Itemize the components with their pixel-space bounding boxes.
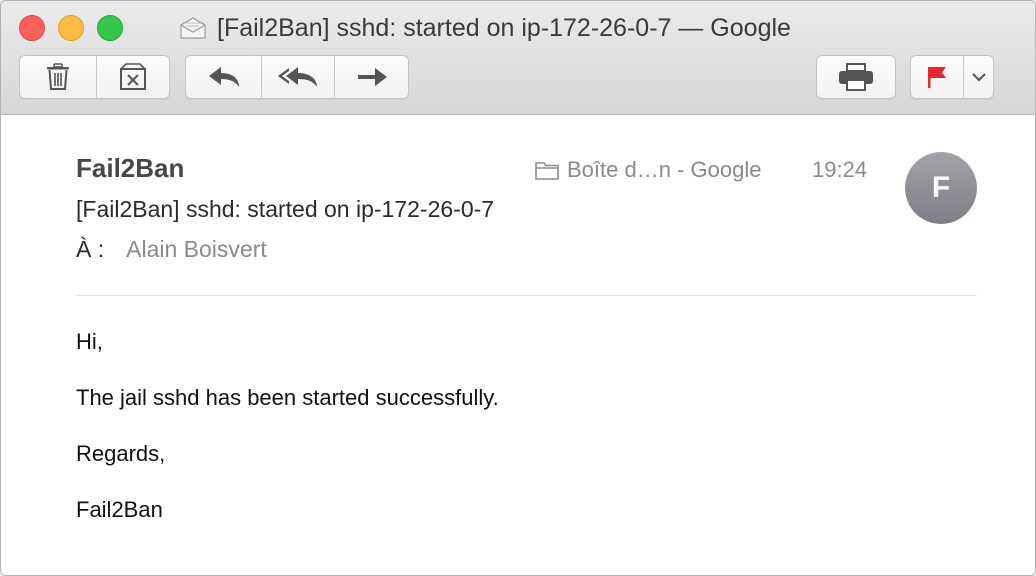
mail-window: [Fail2Ban] sshd: started on ip-172-26-0-… — [0, 0, 1036, 576]
body-line-main: The jail sshd has been started successfu… — [76, 385, 499, 410]
title-bar: [Fail2Ban] sshd: started on ip-172-26-0-… — [1, 1, 1035, 115]
trash-icon — [47, 63, 69, 90]
body-line-signature: Fail2Ban — [76, 497, 163, 522]
chevron-down-icon — [971, 73, 986, 82]
reply-all-button[interactable] — [262, 56, 335, 98]
minimize-window-button[interactable] — [58, 15, 84, 41]
envelope-icon — [180, 17, 206, 39]
printer-icon — [839, 63, 873, 91]
avatar-initial: F — [931, 171, 951, 204]
forward-icon — [357, 68, 387, 86]
reply-group — [185, 55, 409, 99]
flag-group — [910, 55, 994, 99]
junk-icon — [120, 63, 146, 90]
print-button[interactable] — [817, 56, 895, 98]
junk-button[interactable] — [97, 56, 169, 98]
delete-junk-group — [19, 55, 170, 99]
sender-name: Fail2Ban — [76, 153, 185, 183]
reply-all-icon — [278, 67, 317, 87]
close-window-button[interactable] — [19, 15, 45, 41]
delete-button[interactable] — [20, 56, 97, 98]
window-title: [Fail2Ban] sshd: started on ip-172-26-0-… — [179, 13, 791, 43]
to-label: À : — [76, 236, 105, 262]
folder-icon — [535, 162, 559, 180]
flag-menu-button[interactable] — [964, 56, 993, 98]
body-line-greeting: Hi, — [76, 329, 103, 354]
sender-avatar: F — [905, 152, 977, 224]
print-group — [816, 55, 896, 99]
message-time: 19:24 — [812, 157, 868, 182]
flag-icon — [928, 67, 946, 88]
recipient-name[interactable]: Alain Boisvert — [126, 236, 267, 263]
zoom-window-button[interactable] — [97, 15, 123, 41]
flag-button[interactable] — [911, 56, 964, 98]
window-title-text: [Fail2Ban] sshd: started on ip-172-26-0-… — [217, 13, 791, 42]
reply-icon — [208, 67, 239, 87]
reply-button[interactable] — [186, 56, 262, 98]
forward-button[interactable] — [335, 56, 408, 98]
mailbox-label: Boîte d…n - Google — [567, 157, 762, 182]
message-subject: [Fail2Ban] sshd: started on ip-172-26-0-… — [76, 196, 495, 222]
body-line-closing: Regards, — [76, 441, 166, 466]
header-divider — [76, 295, 977, 296]
mailbox-location[interactable]: Boîte d…n - Google — [535, 157, 761, 183]
recipient-row: À : Alain Boisvert — [76, 236, 267, 263]
message-view: Fail2Ban Boîte d…n - Google 19:24 F [Fai… — [1, 115, 1035, 575]
